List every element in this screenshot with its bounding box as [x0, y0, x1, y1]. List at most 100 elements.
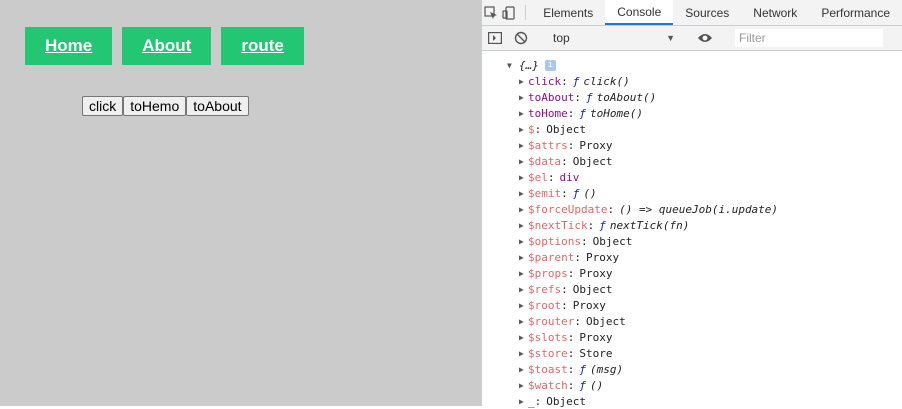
click-button[interactable]: click	[82, 96, 124, 116]
dropdown-arrow-icon: ▼	[666, 33, 675, 43]
tab-elements[interactable]: Elements	[531, 0, 605, 25]
collapsed-triangle-icon: ▶	[519, 124, 524, 134]
property-key: $root	[528, 298, 562, 312]
live-expression-eye-icon[interactable]	[692, 32, 718, 44]
collapsed-triangle-icon: ▶	[519, 188, 524, 198]
property-value: Proxy	[579, 138, 613, 152]
property-row[interactable]: ▶ $slots: Proxy	[482, 329, 902, 345]
context-select[interactable]: top ▼	[547, 27, 679, 49]
property-colon: :	[561, 186, 568, 200]
property-colon: :	[574, 250, 581, 264]
object-expander[interactable]: ▼ {…} i	[482, 57, 902, 73]
nav-link-home[interactable]: Home	[25, 27, 113, 65]
nav-link-about[interactable]: About	[122, 27, 212, 65]
property-value: Object	[546, 122, 586, 136]
tab-network[interactable]: Network	[741, 0, 809, 25]
property-colon: :	[567, 138, 575, 152]
property-key: $options	[528, 234, 581, 248]
property-row[interactable]: ▶ $props: Proxy	[482, 265, 902, 281]
property-value: Proxy	[585, 250, 620, 264]
collapsed-triangle-icon: ▶	[519, 316, 524, 326]
property-row[interactable]: ▶ $forceUpdate: () => queueJob(i.update)	[482, 201, 902, 217]
tab-console[interactable]: Console	[605, 0, 674, 25]
device-toolbar-icon[interactable]	[500, 0, 518, 25]
property-colon: :	[567, 330, 575, 344]
property-value: nextTick(fn)	[609, 218, 690, 232]
property-row[interactable]: ▶ $data: Object	[482, 153, 902, 169]
property-value: toHome()	[590, 106, 643, 120]
property-row[interactable]: ▶ click: ƒ click()	[482, 73, 902, 89]
property-colon: :	[587, 218, 595, 232]
property-value: ()	[590, 378, 604, 392]
property-key: $slots	[528, 330, 568, 344]
property-value: Object	[592, 234, 633, 248]
property-value: Object	[585, 314, 626, 328]
function-icon: ƒ	[572, 74, 580, 88]
clear-console-icon[interactable]	[508, 31, 534, 45]
collapsed-triangle-icon: ▶	[519, 236, 524, 246]
collapsed-triangle-icon: ▶	[519, 396, 524, 406]
property-key: $el	[528, 170, 548, 184]
property-key: $emit	[528, 186, 562, 200]
collapsed-triangle-icon: ▶	[519, 220, 524, 230]
to-hemo-button[interactable]: toHemo	[123, 96, 187, 116]
property-value: Object	[572, 154, 613, 168]
property-row[interactable]: ▶ toAbout: ƒ toAbout()	[482, 89, 902, 105]
inspect-element-icon[interactable]	[482, 0, 500, 25]
property-colon: :	[567, 106, 575, 120]
property-key: $watch	[528, 378, 568, 392]
collapsed-triangle-icon: ▶	[519, 332, 524, 342]
property-row[interactable]: ▶ $router: Object	[482, 313, 902, 329]
object-preview: {…}	[519, 58, 539, 72]
devtools-tab-bar: Elements Console Sources Network Perform…	[482, 0, 902, 26]
property-value: Proxy	[572, 298, 606, 312]
tab-sources[interactable]: Sources	[673, 0, 741, 25]
to-about-button[interactable]: toAbout	[186, 96, 249, 116]
property-colon: :	[561, 154, 568, 168]
collapsed-triangle-icon: ▶	[519, 156, 524, 166]
info-icon[interactable]: i	[544, 59, 556, 71]
nav-link-route[interactable]: route	[221, 27, 304, 65]
function-icon: ƒ	[579, 378, 586, 392]
property-row[interactable]: ▶ toHome: ƒ toHome()	[482, 105, 902, 121]
property-row[interactable]: ▶ $: Object	[482, 121, 902, 137]
app-button-row: click toHemo toAbout	[82, 96, 249, 116]
console-output: ▼ {…} i ▶ click: ƒ click() ▶ toAbout: ƒ toAbout…	[482, 51, 902, 409]
property-row[interactable]: ▶ $parent: Proxy	[482, 249, 902, 265]
property-row[interactable]: ▶ $store: Store	[482, 345, 902, 361]
property-value: Store	[579, 346, 613, 360]
property-row[interactable]: ▶ $attrs: Proxy	[482, 137, 902, 153]
property-colon: :	[534, 122, 542, 136]
property-row[interactable]: ▶ $watch: ƒ ()	[482, 377, 902, 393]
property-value: div	[559, 170, 580, 184]
function-icon: ƒ	[585, 90, 593, 104]
property-colon: :	[561, 74, 568, 88]
property-row[interactable]: ▶ $options: Object	[482, 233, 902, 249]
property-key: $nextTick	[528, 218, 588, 232]
property-row[interactable]: ▶ _: Object	[482, 393, 902, 409]
property-row[interactable]: ▶ $refs: Object	[482, 281, 902, 297]
property-key: $store	[528, 346, 568, 360]
property-key: $router	[528, 314, 575, 328]
property-row[interactable]: ▶ $root: Proxy	[482, 297, 902, 313]
collapsed-triangle-icon: ▶	[519, 172, 524, 182]
property-row[interactable]: ▶ $toast: ƒ (msg)	[482, 361, 902, 377]
collapsed-triangle-icon: ▶	[519, 300, 524, 310]
filter-input[interactable]	[735, 29, 883, 47]
property-colon: :	[547, 170, 555, 184]
property-value: () => queueJob(i.update)	[619, 202, 779, 216]
tab-performance[interactable]: Performance	[809, 0, 902, 25]
show-sidebar-icon[interactable]	[482, 32, 508, 44]
property-key: $toast	[528, 362, 568, 376]
property-key: toAbout	[528, 90, 575, 104]
property-key: toHome	[528, 106, 568, 120]
collapsed-triangle-icon: ▶	[519, 364, 524, 374]
property-key: $	[528, 122, 535, 136]
property-colon: :	[574, 314, 581, 328]
property-key: $data	[528, 154, 562, 168]
property-row[interactable]: ▶ $el: div	[482, 169, 902, 185]
collapsed-triangle-icon: ▶	[519, 380, 524, 390]
property-colon: :	[574, 90, 581, 104]
property-row[interactable]: ▶ $nextTick: ƒ nextTick(fn)	[482, 217, 902, 233]
property-row[interactable]: ▶ $emit: ƒ()	[482, 185, 902, 201]
